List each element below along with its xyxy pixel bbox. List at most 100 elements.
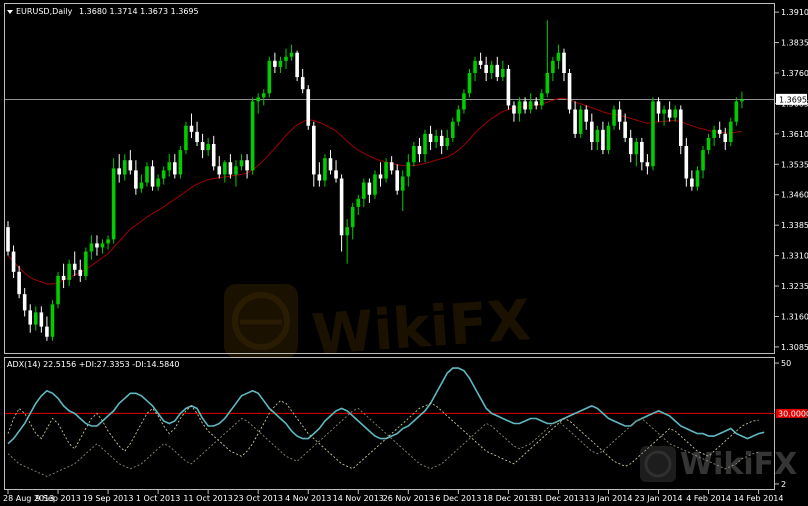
candle-body — [267, 60, 272, 94]
candle-body — [239, 160, 244, 167]
price-tick-label: 1.3835 — [781, 39, 808, 48]
candle-body — [11, 251, 16, 272]
candle-body — [578, 109, 583, 134]
candle-body — [189, 125, 194, 132]
candle-body — [256, 97, 260, 102]
candle-body — [22, 294, 27, 311]
candle-body — [228, 162, 233, 175]
candle-body — [517, 101, 522, 114]
candle-body — [456, 109, 461, 122]
candle-body — [634, 141, 639, 155]
candle-body — [606, 125, 611, 151]
date-tick-label: 26 Nov 2013 — [383, 494, 434, 503]
candle-body — [417, 146, 422, 155]
candle-body — [156, 178, 160, 187]
candle — [651, 97, 655, 171]
candle-body — [467, 72, 472, 94]
candle-body — [334, 170, 338, 179]
candle-body — [656, 101, 661, 114]
price-tick-label: 1.3535 — [781, 160, 808, 169]
candle-body — [223, 162, 227, 175]
candle-body — [428, 133, 433, 142]
date-tick-label: 14 Nov 2013 — [333, 494, 384, 503]
candle — [506, 64, 511, 110]
candle — [184, 121, 188, 155]
candle — [267, 56, 272, 98]
candle-body — [150, 166, 155, 187]
adx-label: ADX(14) 22.5156 +DI:27.3353 -DI:14.5840 — [7, 360, 179, 369]
candle-body — [34, 312, 38, 325]
candle — [178, 146, 183, 179]
candle-body — [651, 101, 655, 167]
candle — [734, 97, 739, 126]
candle-body — [740, 99, 744, 102]
candle-body — [312, 125, 316, 175]
candle-body — [356, 198, 361, 207]
candle — [50, 300, 55, 341]
candle-body — [389, 162, 394, 171]
candle-body — [717, 129, 722, 134]
date-tick-label: 1 Oct 2013 — [136, 494, 180, 503]
candle-body — [501, 68, 505, 78]
candle-body — [729, 121, 733, 142]
candle — [606, 121, 611, 155]
candle-body — [690, 178, 694, 187]
candle-body — [723, 133, 728, 142]
watermark-bottom-text: WikiFX — [680, 447, 797, 482]
candle-body — [250, 101, 255, 171]
watermark-logo-icon — [224, 284, 298, 358]
candle-body — [173, 162, 177, 175]
candle-body — [117, 168, 121, 175]
candle-body — [662, 109, 666, 114]
candle-body — [45, 326, 49, 337]
candle-body — [145, 166, 149, 183]
candle-body — [528, 101, 533, 110]
candle-body — [300, 77, 305, 90]
candle-body — [539, 93, 544, 106]
candle-body — [362, 182, 366, 199]
candle-body — [56, 275, 60, 305]
candle-body — [484, 64, 488, 73]
adx-level-label: 30.0000 — [778, 409, 808, 418]
candle-body — [667, 109, 672, 118]
candle-body — [111, 168, 116, 240]
date-tick-label: 23 Jan 2014 — [635, 494, 683, 503]
candle — [56, 271, 60, 309]
candle-body — [84, 251, 88, 276]
candle-body — [134, 170, 138, 189]
candle-body — [339, 178, 344, 236]
candle-body — [278, 60, 283, 67]
candle-body — [445, 137, 450, 147]
candle-body — [439, 135, 444, 147]
candle — [84, 247, 88, 280]
candle-body — [161, 170, 166, 179]
price-tick-label: 1.3160 — [781, 312, 808, 321]
price-tick-label: 1.3910 — [781, 8, 808, 17]
candle-body — [695, 170, 700, 187]
candle-body — [373, 174, 377, 195]
candle-body — [573, 109, 577, 134]
candle-body — [284, 56, 288, 61]
date-tick-label: 11 Oct 2013 — [183, 494, 232, 503]
candle-body — [462, 93, 466, 110]
candle-body — [345, 227, 349, 236]
candle-body — [61, 275, 66, 280]
candle-body — [384, 162, 388, 179]
candle-body — [712, 129, 716, 138]
date-tick-label: 23 Oct 2013 — [233, 494, 282, 503]
candle-body — [451, 121, 455, 138]
date-tick-label: 19 Sep 2013 — [83, 494, 134, 503]
price-tick-label: 1.3610 — [781, 130, 808, 139]
candle-body — [50, 304, 55, 337]
candle-body — [139, 182, 144, 189]
candle-body — [523, 101, 527, 110]
candle-body — [206, 144, 210, 151]
candle-body — [473, 60, 477, 73]
candle-body — [478, 60, 483, 65]
candle-body — [261, 93, 266, 98]
symbol-label: EURUSD,Daily — [16, 7, 73, 16]
candle-body — [601, 129, 605, 151]
candle-body — [567, 72, 572, 110]
adx-tick-label: 50 — [781, 359, 791, 368]
price-tick-label: 1.3385 — [781, 221, 808, 230]
